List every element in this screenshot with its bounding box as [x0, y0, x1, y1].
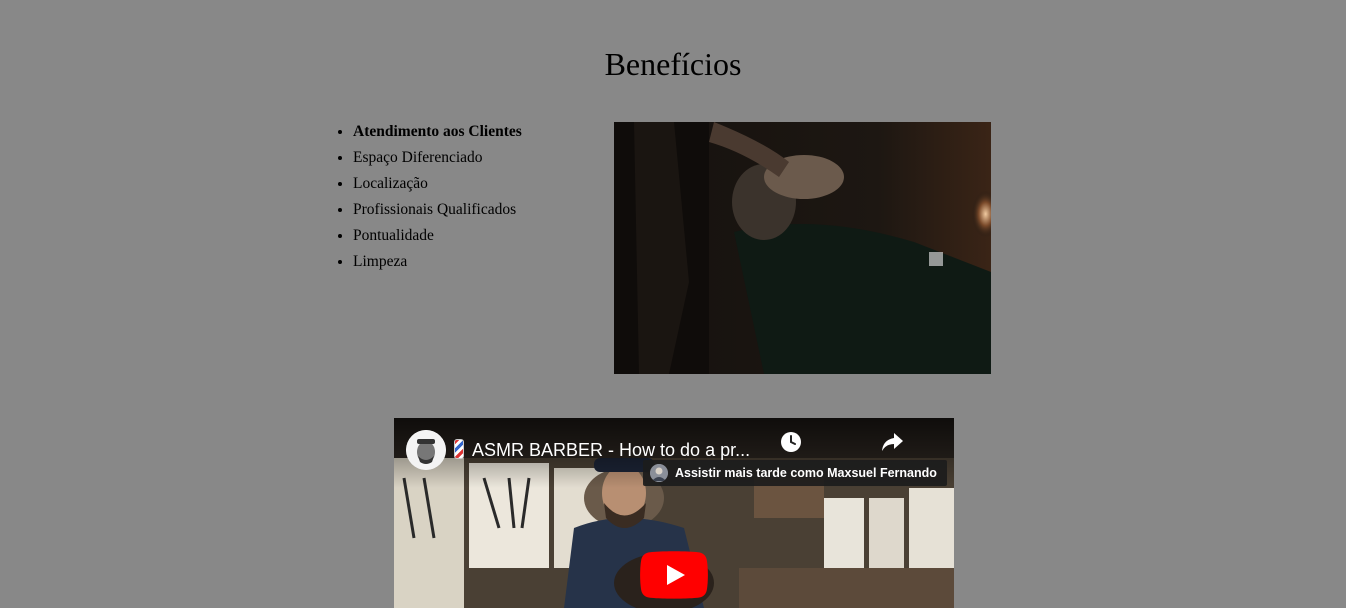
channel-logo-icon [406, 430, 446, 470]
list-item: Limpeza [353, 249, 522, 275]
channel-avatar[interactable] [406, 430, 446, 470]
list-item: Localização [353, 171, 522, 197]
tooltip-text: Assistir mais tarde como Maxsuel Fernand… [675, 466, 937, 480]
user-avatar [650, 464, 668, 482]
benefits-list: Atendimento aos Clientes Espaço Diferenc… [314, 119, 522, 275]
page-title: Benefícios [604, 46, 742, 82]
clock-icon[interactable] [780, 431, 802, 453]
list-item: Atendimento aos Clientes [353, 119, 522, 145]
user-avatar-icon [650, 464, 668, 482]
list-item: Profissionais Qualificados [353, 197, 522, 223]
youtube-video-embed[interactable]: ASMR BARBER - How to do a pr... Assistir… [394, 418, 954, 608]
list-item: Pontualidade [353, 223, 522, 249]
barber-photo-image [614, 122, 991, 374]
watch-later-tooltip: Assistir mais tarde como Maxsuel Fernand… [643, 460, 947, 486]
play-icon[interactable] [640, 551, 708, 599]
share-icon[interactable] [880, 431, 904, 453]
benefits-page: Benefícios Atendimento aos Clientes Espa… [0, 0, 1346, 608]
video-title-link[interactable]: ASMR BARBER - How to do a pr... [454, 438, 774, 462]
barber-photo [614, 122, 991, 374]
video-title-text: ASMR BARBER - How to do a pr... [472, 440, 751, 460]
barber-pole-icon [454, 439, 464, 459]
list-item: Espaço Diferenciado [353, 145, 522, 171]
